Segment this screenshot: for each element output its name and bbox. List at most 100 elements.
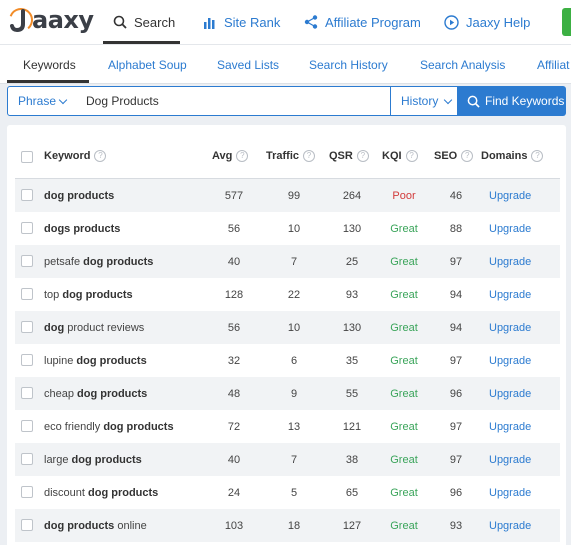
nav-search-label: Search bbox=[134, 14, 176, 30]
table-row[interactable]: dog product reviews 56 10 130 Great 94 Upgrade bbox=[15, 311, 560, 344]
keyword-cell[interactable]: large dog products bbox=[44, 443, 142, 476]
table-row[interactable]: large dog products 40 7 38 Great 97 Upgrade bbox=[15, 443, 560, 476]
table-row[interactable]: dog products online 103 18 127 Great 93 Upgrad… bbox=[15, 509, 560, 542]
history-dropdown[interactable]: History bbox=[390, 86, 458, 116]
upgrade-link[interactable]: Upgrade bbox=[489, 212, 531, 245]
select-all-checkbox[interactable] bbox=[21, 151, 33, 163]
table-row[interactable]: discount dog products 24 5 65 Great 96 Upgrade bbox=[15, 476, 560, 509]
upgrade-link[interactable]: Upgrade bbox=[489, 344, 531, 377]
info-icon[interactable]: ? bbox=[461, 150, 474, 162]
avg-cell: 103 bbox=[224, 519, 244, 532]
row-checkbox[interactable] bbox=[21, 321, 33, 333]
upgrade-link[interactable]: Upgrade bbox=[489, 410, 531, 443]
header-kqi[interactable]: KQI? bbox=[382, 147, 418, 165]
qsr-cell: 121 bbox=[342, 420, 362, 433]
table-row[interactable]: dog products 577 99 264 Poor 46 Upgrade bbox=[15, 179, 560, 212]
seo-cell: 97 bbox=[449, 255, 463, 268]
row-checkbox[interactable] bbox=[21, 189, 33, 201]
jaaxy-logo[interactable]: aaxy bbox=[7, 4, 94, 36]
info-icon[interactable]: ? bbox=[405, 150, 418, 162]
tab-bar: Keywords Alphabet Soup Saved Lists Searc… bbox=[0, 44, 571, 84]
info-icon[interactable]: ? bbox=[94, 150, 107, 162]
header-keyword[interactable]: Keyword? bbox=[44, 147, 107, 165]
nav-site-rank-label: Site Rank bbox=[224, 14, 281, 30]
row-checkbox[interactable] bbox=[21, 519, 33, 531]
upgrade-link[interactable]: Upgrade bbox=[489, 443, 531, 476]
upgrade-link[interactable]: Upgrade bbox=[489, 311, 531, 344]
keyword-cell[interactable]: cheap dog products bbox=[44, 377, 147, 410]
row-checkbox[interactable] bbox=[21, 486, 33, 498]
seo-cell: 94 bbox=[449, 288, 463, 301]
qsr-cell: 55 bbox=[345, 387, 359, 400]
tab-active-indicator bbox=[7, 80, 89, 83]
keyword-cell[interactable]: dog products online bbox=[44, 509, 147, 542]
seo-cell: 94 bbox=[449, 321, 463, 334]
table-header: Keyword? Avg? Traffic? QSR? KQI? SEO? Do… bbox=[7, 147, 566, 165]
keyword-cell[interactable]: petsafe dog products bbox=[44, 245, 153, 278]
share-icon bbox=[304, 15, 318, 29]
row-checkbox[interactable] bbox=[21, 288, 33, 300]
table-row[interactable]: lupine dog products 32 6 35 Great 97 Upgrade bbox=[15, 344, 560, 377]
header-traffic[interactable]: Traffic? bbox=[266, 147, 316, 165]
row-checkbox[interactable] bbox=[21, 387, 33, 399]
upgrade-link[interactable]: Upgrade bbox=[489, 179, 531, 212]
keyword-input[interactable] bbox=[75, 86, 399, 116]
tab-alphabet-soup[interactable]: Alphabet Soup bbox=[108, 45, 187, 84]
info-icon[interactable]: ? bbox=[236, 150, 249, 162]
row-checkbox[interactable] bbox=[21, 354, 33, 366]
find-keywords-label: Find Keywords bbox=[485, 94, 565, 108]
keyword-cell[interactable]: dog products bbox=[44, 179, 114, 212]
info-icon[interactable]: ? bbox=[356, 150, 369, 162]
header-qsr[interactable]: QSR? bbox=[329, 147, 369, 165]
nav-site-rank[interactable]: Site Rank bbox=[203, 0, 280, 44]
search-bar: Phrase History Find Keywords bbox=[7, 86, 566, 116]
tab-keywords[interactable]: Keywords bbox=[23, 45, 76, 84]
qsr-cell: 65 bbox=[345, 486, 359, 499]
info-icon[interactable]: ? bbox=[303, 150, 316, 162]
row-checkbox[interactable] bbox=[21, 255, 33, 267]
table-row[interactable]: eco friendly dog products 72 13 121 Great 97 U… bbox=[15, 410, 560, 443]
kqi-cell: Great bbox=[390, 387, 418, 400]
tab-search-analysis[interactable]: Search Analysis bbox=[420, 45, 505, 84]
keyword-cell[interactable]: discount dog products bbox=[44, 476, 158, 509]
upgrade-link[interactable]: Upgrade bbox=[489, 476, 531, 509]
tab-search-history[interactable]: Search History bbox=[309, 45, 388, 84]
keyword-cell[interactable]: dogs products bbox=[44, 212, 120, 245]
table-row[interactable]: cheap dog products 48 9 55 Great 96 Upgrade bbox=[15, 377, 560, 410]
row-checkbox[interactable] bbox=[21, 420, 33, 432]
avg-cell: 24 bbox=[227, 486, 241, 499]
top-navigation: aaxy Search Site Rank Affiliate Program … bbox=[0, 0, 571, 44]
nav-jaaxy-help[interactable]: Jaaxy Help bbox=[444, 0, 530, 44]
seo-cell: 97 bbox=[449, 453, 463, 466]
tab-affiliate[interactable]: Affiliat bbox=[537, 45, 569, 84]
nav-affiliate-program[interactable]: Affiliate Program bbox=[304, 0, 421, 44]
header-avg[interactable]: Avg? bbox=[212, 147, 249, 165]
keyword-cell[interactable]: eco friendly dog products bbox=[44, 410, 174, 443]
row-checkbox[interactable] bbox=[21, 222, 33, 234]
keyword-cell[interactable]: dog product reviews bbox=[44, 311, 144, 344]
traffic-cell: 22 bbox=[287, 288, 301, 301]
qsr-cell: 130 bbox=[342, 321, 362, 334]
table-row[interactable]: top dog products 128 22 93 Great 94 Upgrade bbox=[15, 278, 560, 311]
table-row[interactable]: dogs products 56 10 130 Great 88 Upgrade bbox=[15, 212, 560, 245]
avg-cell: 72 bbox=[227, 420, 241, 433]
info-icon[interactable]: ? bbox=[531, 150, 544, 162]
tab-saved-lists[interactable]: Saved Lists bbox=[217, 45, 279, 84]
upgrade-link[interactable]: Upgrade bbox=[489, 377, 531, 410]
kqi-cell: Great bbox=[390, 255, 418, 268]
qsr-cell: 93 bbox=[345, 288, 359, 301]
upgrade-link[interactable]: Upgrade bbox=[489, 278, 531, 311]
table-row[interactable]: petsafe dog products 40 7 25 Great 97 Upgrade bbox=[15, 245, 560, 278]
search-mode-dropdown[interactable]: Phrase bbox=[7, 86, 76, 116]
find-keywords-button[interactable]: Find Keywords bbox=[458, 86, 566, 116]
keyword-cell[interactable]: lupine dog products bbox=[44, 344, 147, 377]
keyword-cell[interactable]: top dog products bbox=[44, 278, 133, 311]
cta-button[interactable] bbox=[562, 8, 571, 36]
row-checkbox[interactable] bbox=[21, 453, 33, 465]
upgrade-link[interactable]: Upgrade bbox=[489, 509, 531, 542]
header-domains[interactable]: Domains? bbox=[481, 147, 544, 165]
nav-search[interactable]: Search bbox=[113, 0, 175, 44]
kqi-cell: Great bbox=[390, 453, 418, 466]
upgrade-link[interactable]: Upgrade bbox=[489, 245, 531, 278]
header-seo[interactable]: SEO? bbox=[434, 147, 474, 165]
